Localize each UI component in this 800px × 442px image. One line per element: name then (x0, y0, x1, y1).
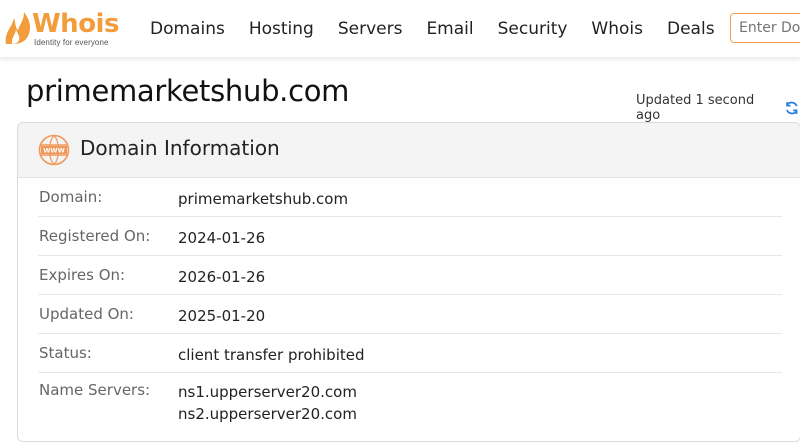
name-server-1: ns1.upperserver20.com (178, 383, 357, 401)
row-name-servers: Name Servers: ns1.upperserver20.com ns2.… (38, 373, 782, 433)
row-value: client transfer prohibited (178, 346, 365, 364)
refresh-icon[interactable] (784, 100, 800, 116)
row-label: Domain: (39, 188, 103, 206)
page-title: primemarketshub.com (26, 74, 350, 108)
updated-text: Updated 1 second ago (636, 93, 755, 123)
row-label: Expires On: (39, 266, 126, 284)
row-value: 2024-01-26 (178, 229, 266, 247)
row-registered-on: Registered On: 2024-01-26 (38, 217, 782, 256)
row-value: 2025-01-20 (178, 307, 266, 325)
top-header: Whois Identity for everyone Domains Host… (0, 0, 800, 58)
row-updated-on: Updated On: 2025-01-20 (38, 295, 782, 334)
row-label: Updated On: (39, 305, 134, 323)
nav-whois[interactable]: Whois (591, 19, 643, 39)
card-header: WWW Domain Information (18, 123, 800, 178)
logo-wordmark: Whois (32, 9, 119, 39)
nav-email[interactable]: Email (426, 19, 473, 39)
nav-servers[interactable]: Servers (338, 19, 403, 39)
row-value: 2026-01-26 (178, 268, 266, 286)
row-label: Registered On: (39, 227, 151, 245)
main-nav: Domains Hosting Servers Email Security W… (150, 0, 739, 57)
domain-info-card: WWW Domain Information Domain: primemark… (17, 122, 800, 442)
logo-flame-icon (5, 12, 31, 44)
updated-status: Updated 1 second ago (636, 93, 800, 123)
domain-search-input[interactable] (730, 13, 800, 43)
row-expires-on: Expires On: 2026-01-26 (38, 256, 782, 295)
name-server-2: ns2.upperserver20.com (178, 405, 357, 423)
nav-hosting[interactable]: Hosting (249, 19, 314, 39)
row-value: ns1.upperserver20.com ns2.upperserver20.… (178, 381, 357, 425)
card-title: Domain Information (80, 136, 280, 160)
whois-logo[interactable]: Whois Identity for everyone (0, 8, 130, 50)
row-label: Name Servers: (39, 381, 151, 399)
logo-tagline: Identity for everyone (34, 38, 109, 47)
row-value: primemarketshub.com (178, 190, 349, 208)
row-status: Status: client transfer prohibited (38, 334, 782, 373)
row-domain: Domain: primemarketshub.com (38, 178, 782, 217)
nav-security[interactable]: Security (498, 19, 568, 39)
info-rows: Domain: primemarketshub.com Registered O… (38, 178, 782, 433)
svg-text:WWW: WWW (43, 147, 65, 155)
nav-domains[interactable]: Domains (150, 19, 225, 39)
nav-deals[interactable]: Deals (667, 19, 715, 39)
row-label: Status: (39, 344, 92, 362)
www-icon: WWW (38, 134, 70, 166)
